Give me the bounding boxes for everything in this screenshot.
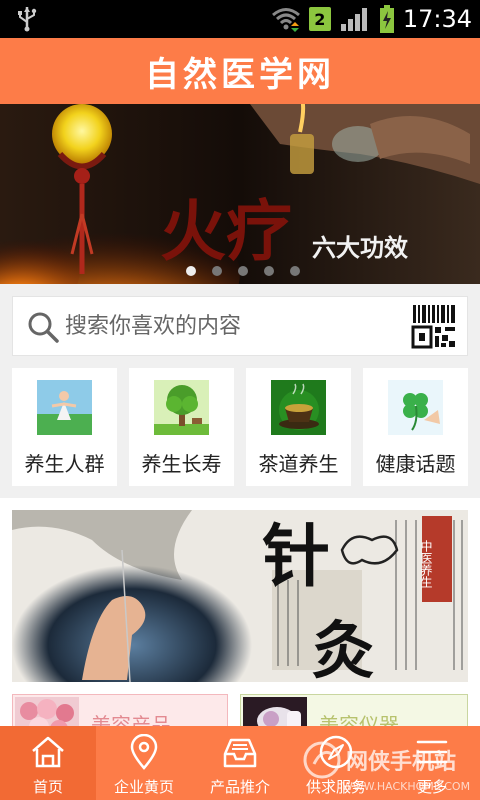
carousel-dot[interactable] [212, 266, 222, 276]
promo-main-text-2: 灸 [312, 614, 374, 682]
category-tile-health-groups[interactable]: 养生人群 [12, 368, 117, 486]
nav-item-business-directory[interactable]: 企业黄页 [96, 726, 192, 800]
qr-code-icon[interactable] [411, 303, 457, 349]
promo-image: 中医养生 针 灸 [12, 510, 468, 682]
compass-icon [319, 735, 353, 769]
nav-label: 企业黄页 [113, 778, 174, 796]
category-label: 养生长寿 [141, 452, 222, 476]
bottom-navigation: 首页 企业黄页 产品推介 供求服务 更多 [0, 726, 480, 800]
clock: 17:34 [402, 5, 472, 33]
carousel-dot[interactable] [186, 266, 196, 276]
category-tile-longevity[interactable]: 养生长寿 [129, 368, 234, 486]
banner-main-text: 火疗 [160, 192, 292, 270]
promo-main-text-1: 针 [262, 517, 330, 597]
banner-carousel[interactable]: 火疗 六大功效 [0, 104, 480, 284]
search-bar [12, 296, 468, 356]
banner-image: 火疗 六大功效 [0, 104, 480, 284]
menu-icon [416, 740, 448, 764]
nav-item-products[interactable]: 产品推介 [192, 726, 288, 800]
nav-item-more[interactable]: 更多 [384, 726, 480, 800]
wifi-icon [271, 8, 300, 32]
content-section: 中医养生 针 灸 美容产品 美容仪器 [0, 498, 480, 738]
promo-banner-acupuncture[interactable]: 中医养生 针 灸 [12, 510, 468, 682]
search-input[interactable] [65, 297, 395, 355]
app-header: 自然医学网 [0, 38, 480, 104]
category-label: 茶道养生 [258, 452, 339, 476]
category-tile-health-topics[interactable]: 健康话题 [363, 368, 468, 486]
notification-badge: 2 [308, 7, 331, 31]
carousel-dot[interactable] [290, 266, 300, 276]
carousel-dot[interactable] [238, 266, 248, 276]
nav-label: 供求服务 [305, 778, 366, 796]
battery-charging-icon [379, 5, 394, 33]
banner-sub-text: 六大功效 [312, 233, 408, 262]
page-title: 自然医学网 [145, 54, 335, 95]
nav-item-supply-demand[interactable]: 供求服务 [288, 726, 384, 800]
status-bar: 2 17:34 [0, 0, 480, 38]
category-grid: 养生人群 养生长寿 茶道养生 健康话题 [0, 368, 480, 486]
location-pin-icon [130, 734, 158, 770]
clover-thumb [388, 380, 443, 435]
inbox-tray-icon [223, 738, 257, 768]
carousel-dot[interactable] [264, 266, 274, 276]
home-icon [32, 736, 64, 768]
promo-stamp: 中医养生 [419, 539, 433, 588]
tea-cup-thumb [271, 380, 326, 435]
category-tile-tea[interactable]: 茶道养生 [246, 368, 351, 486]
carousel-indicator [186, 266, 300, 276]
signal-icon [340, 8, 367, 31]
search-icon[interactable] [27, 311, 59, 343]
usb-icon [18, 7, 37, 32]
category-label: 养生人群 [24, 452, 105, 476]
nav-label: 首页 [32, 778, 63, 796]
nav-label: 更多 [416, 778, 447, 796]
category-label: 健康话题 [375, 452, 456, 476]
nav-label: 产品推介 [209, 778, 270, 796]
tree-thumb [154, 380, 209, 435]
nav-item-home[interactable]: 首页 [0, 726, 96, 800]
yoga-person-thumb [37, 380, 92, 435]
